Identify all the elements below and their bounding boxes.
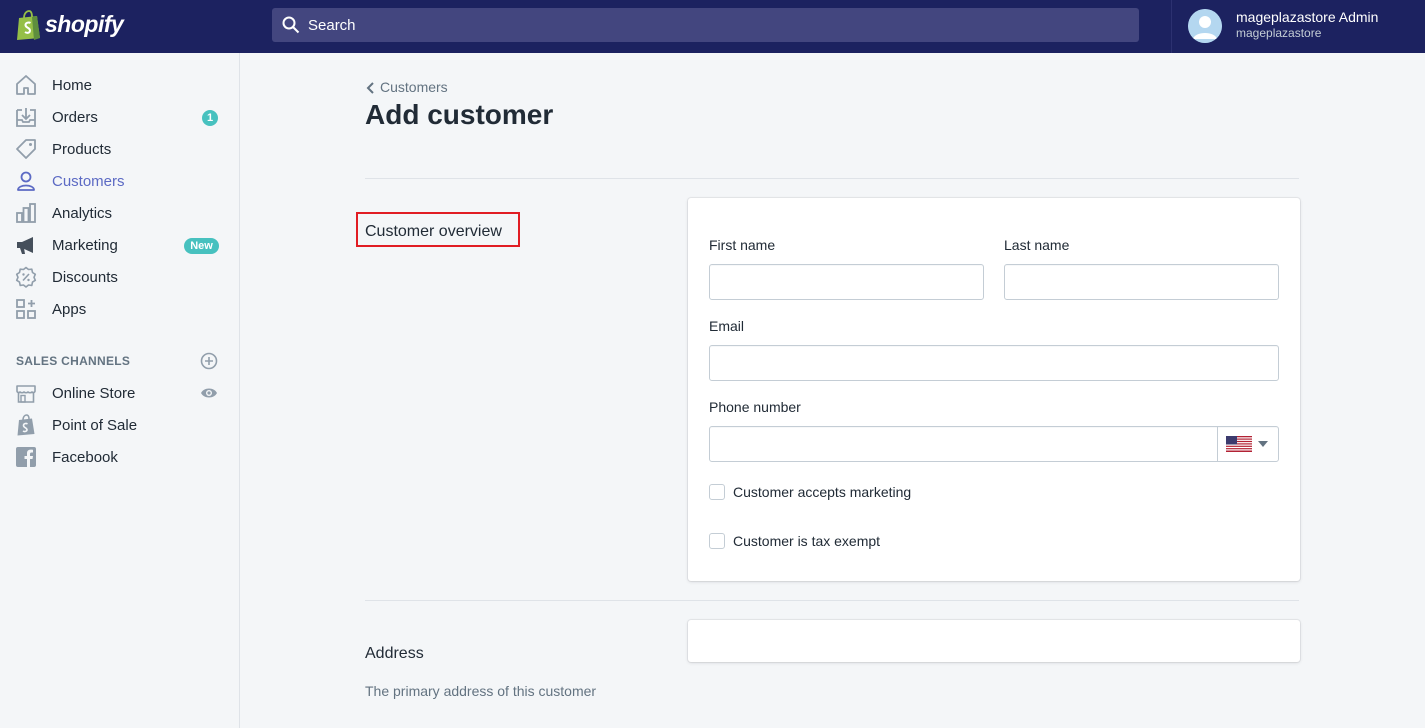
- pos-icon: [17, 414, 35, 436]
- breadcrumb-link[interactable]: Customers: [380, 79, 448, 95]
- sidebar-item-label: Orders: [52, 109, 98, 126]
- discount-icon: [15, 266, 37, 288]
- sidebar-item-label: Products: [52, 141, 112, 158]
- email-field[interactable]: [709, 345, 1279, 381]
- sidebar-item-products[interactable]: Products: [0, 133, 239, 165]
- sidebar-item-label: Analytics: [52, 205, 113, 222]
- first-name-label: First name: [709, 237, 776, 253]
- sidebar-item-facebook[interactable]: Facebook: [0, 441, 239, 473]
- sidebar-item-apps[interactable]: Apps: [0, 293, 239, 325]
- tax-exempt-checkbox[interactable]: [709, 533, 725, 549]
- sidebar-item-label: Discounts: [52, 269, 118, 286]
- sidebar-item-label: Apps: [52, 301, 87, 318]
- sidebar-item-customers[interactable]: Customers: [0, 165, 239, 197]
- logo-text: shopify: [45, 11, 124, 37]
- us-flag-icon: [1226, 436, 1252, 452]
- top-bar: shopify Search mageplazastore Admin mage…: [0, 0, 1425, 53]
- sidebar-item-online-store[interactable]: Online Store: [0, 377, 239, 409]
- section-divider: [365, 600, 1299, 601]
- sidebar-item-point-of-sale[interactable]: Point of Sale: [0, 409, 239, 441]
- eye-icon[interactable]: [200, 386, 218, 400]
- sales-channels-title: SALES CHANNELS: [16, 354, 131, 368]
- bar-chart-icon: [16, 203, 36, 223]
- accepts-marketing-label[interactable]: Customer accepts marketing: [733, 484, 911, 500]
- last-name-label: Last name: [1004, 237, 1070, 253]
- last-name-field[interactable]: [1004, 264, 1279, 300]
- sidebar-item-label: Point of Sale: [52, 417, 138, 434]
- user-store: mageplazastore: [1236, 26, 1322, 40]
- chevron-left-icon: [366, 82, 374, 94]
- person-icon: [17, 171, 35, 191]
- shopify-bag-icon: [17, 10, 40, 40]
- sidebar-item-label: Facebook: [52, 449, 118, 466]
- sidebar-item-label: Online Store: [52, 385, 136, 402]
- user-avatar-icon: [1188, 9, 1222, 43]
- sidebar-item-orders[interactable]: Orders 1: [0, 101, 239, 133]
- sidebar-item-label: Customers: [52, 173, 125, 190]
- logo[interactable]: shopify: [0, 0, 240, 53]
- accepts-marketing-checkbox[interactable]: [709, 484, 725, 500]
- sidebar-item-marketing[interactable]: Marketing New: [0, 229, 239, 261]
- sidebar-item-discounts[interactable]: Discounts: [0, 261, 239, 293]
- home-icon: [16, 75, 36, 95]
- customer-overview-card: [688, 198, 1300, 581]
- search-icon: [282, 16, 300, 34]
- tax-exempt-label[interactable]: Customer is tax exempt: [733, 533, 880, 549]
- address-card: [688, 620, 1300, 662]
- search-input[interactable]: Search: [272, 8, 1139, 42]
- tag-icon: [16, 139, 36, 159]
- store-icon: [16, 385, 36, 403]
- sidebar-item-label: Marketing: [52, 237, 118, 254]
- address-description: The primary address of this customer: [365, 683, 597, 699]
- sidebar-item-home[interactable]: Home: [0, 69, 239, 101]
- sidebar-item-label: Home: [52, 77, 93, 94]
- orders-icon: [16, 108, 36, 127]
- phone-field[interactable]: [709, 426, 1279, 462]
- megaphone-icon: [17, 237, 33, 254]
- section-divider: [365, 178, 1299, 179]
- phone-label: Phone number: [709, 399, 801, 415]
- first-name-field[interactable]: [709, 264, 984, 300]
- avatar: [1188, 9, 1222, 43]
- facebook-icon: [16, 447, 36, 467]
- sidebar: Home Orders 1 Products Customers Analyti…: [0, 53, 240, 728]
- sidebar-item-analytics[interactable]: Analytics: [0, 197, 239, 229]
- phone-country-select[interactable]: [1217, 426, 1279, 462]
- search-placeholder: Search: [308, 17, 356, 34]
- add-channel-icon[interactable]: [200, 352, 218, 370]
- user-name: mageplazastore Admin: [1236, 9, 1379, 25]
- address-heading: Address: [365, 645, 424, 662]
- user-menu[interactable]: mageplazastore Admin mageplazastore: [1171, 0, 1425, 53]
- highlight-annotation: [356, 212, 520, 247]
- email-label: Email: [709, 318, 745, 334]
- page-title: Add customer: [365, 99, 554, 130]
- new-badge: New: [184, 238, 219, 254]
- apps-icon: [16, 299, 36, 319]
- orders-count-badge: 1: [202, 110, 218, 126]
- chevron-down-icon: [1258, 441, 1268, 447]
